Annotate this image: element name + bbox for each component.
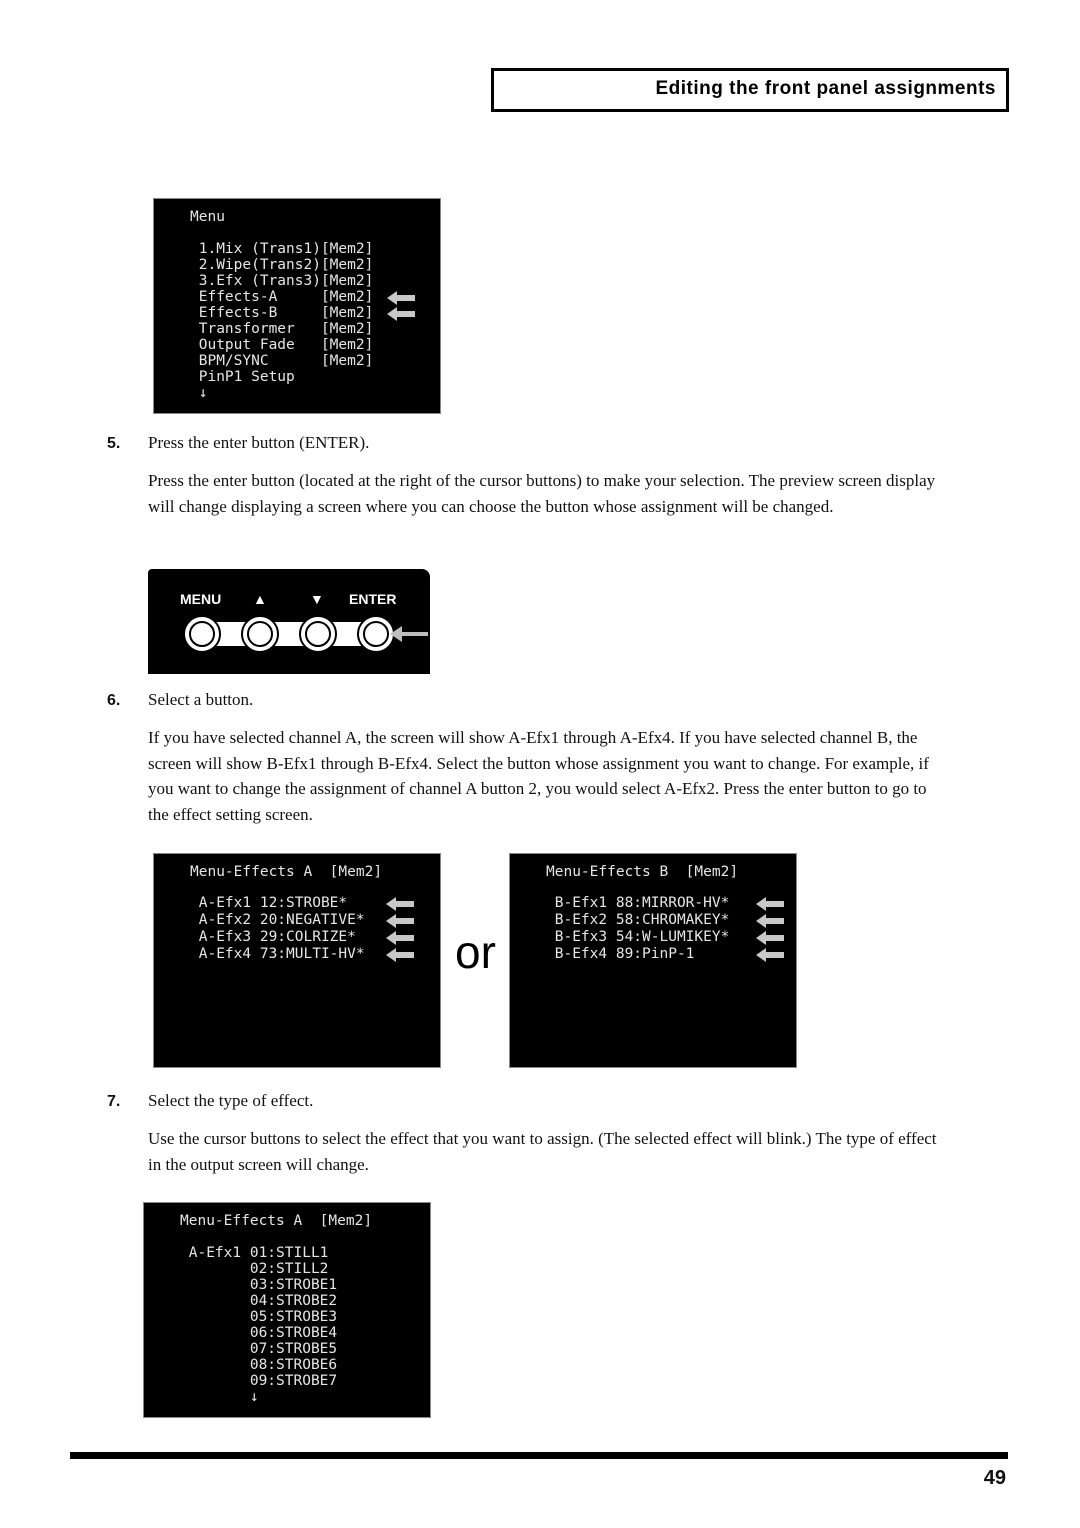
screen-line: Output Fade [Mem2] [190, 337, 374, 353]
screen-line: Effects-B [Mem2] [190, 305, 374, 321]
arrow-left-icon [386, 897, 414, 911]
step-title: Press the enter button (ENTER). [148, 433, 370, 452]
screen-line: Transformer [Mem2] [190, 321, 374, 337]
section-header: Editing the front panel assignments [491, 68, 1009, 112]
screen-line: 03:STROBE1 [180, 1277, 338, 1293]
screen-line: 06:STROBE4 [180, 1325, 338, 1341]
screen-line: B-Efx3 54:W-LUMIKEY* [546, 929, 730, 945]
or-label: or [455, 926, 496, 978]
effects-b-screen: Menu-Effects B [Mem2] B-Efx1 88:MIRROR-H… [509, 853, 797, 1068]
step-number: 7. [107, 1093, 121, 1110]
footer-rule [70, 1452, 1008, 1459]
screen-line: A-Efx3 29:COLRIZE* [190, 929, 356, 945]
screen-line: Effects-A [Mem2] [190, 289, 374, 305]
screen-line: 1.Mix (Trans1)[Mem2] [190, 241, 374, 257]
screen-line: 3.Efx (Trans3)[Mem2] [190, 273, 374, 289]
screen-line: 09:STROBE7 [180, 1373, 338, 1389]
page-number: 49 [983, 1467, 1006, 1489]
section-title: Editing the front panel assignments [655, 78, 996, 99]
effect-list-screen: Menu-Effects A [Mem2] A-Efx1 01:STILL1 0… [143, 1202, 431, 1418]
step-number: 5. [107, 435, 121, 452]
arrow-left-icon [390, 626, 428, 642]
step-number: 6. [107, 692, 121, 709]
arrow-left-icon [756, 897, 784, 911]
screen-line: 08:STROBE6 [180, 1357, 338, 1373]
arrow-left-icon [387, 307, 415, 321]
front-panel-diagram: MENU ▲ ▼ ENTER [148, 569, 430, 674]
screen-line: A-Efx4 73:MULTI-HV* [190, 946, 365, 962]
step-body: Press the enter button (located at the r… [148, 471, 936, 516]
arrow-left-icon [386, 948, 414, 962]
screen-line: A-Efx1 01:STILL1 [180, 1245, 329, 1261]
step-body: Use the cursor buttons to select the eff… [148, 1129, 937, 1174]
screen-line: 04:STROBE2 [180, 1293, 338, 1309]
screen-line: Menu-Effects A [Mem2] [180, 1213, 373, 1229]
screen-line: ↓ [190, 385, 208, 401]
arrow-left-icon [756, 948, 784, 962]
screen-line: A-Efx1 12:STROBE* [190, 895, 348, 911]
down-button [299, 615, 337, 653]
step-title: Select a button. [148, 690, 254, 709]
screen-line: BPM/SYNC [Mem2] [190, 353, 374, 369]
arrow-left-icon [756, 931, 784, 945]
arrow-left-icon [386, 914, 414, 928]
menu-screen: Menu 1.Mix (Trans1)[Mem2] 2.Wipe(Trans2)… [153, 198, 441, 414]
screen-line: 05:STROBE3 [180, 1309, 338, 1325]
screen-line: 2.Wipe(Trans2)[Mem2] [190, 257, 374, 273]
up-button-label: ▲ [253, 591, 267, 607]
down-button-label: ▼ [310, 591, 324, 607]
screen-line: PinP1 Setup [190, 369, 295, 385]
up-button [241, 615, 279, 653]
arrow-left-icon [387, 291, 415, 305]
step-body: If you have selected channel A, the scre… [148, 728, 929, 824]
screen-line: B-Efx4 89:PinP-1 [546, 946, 695, 962]
screen-line: Menu-Effects A [Mem2] [190, 864, 383, 880]
screen-line: A-Efx2 20:NEGATIVE* [190, 912, 365, 928]
screen-line: 07:STROBE5 [180, 1341, 338, 1357]
enter-button-label: ENTER [349, 591, 397, 607]
step-title: Select the type of effect. [148, 1091, 314, 1110]
screen-line: B-Efx2 58:CHROMAKEY* [546, 912, 730, 928]
screen-line: ↓ [180, 1389, 259, 1405]
screen-line: B-Efx1 88:MIRROR-HV* [546, 895, 730, 911]
menu-button-label: MENU [180, 591, 222, 607]
arrow-left-icon [756, 914, 784, 928]
screen-line: 02:STILL2 [180, 1261, 329, 1277]
screen-line: Menu [190, 209, 225, 225]
effects-a-screen: Menu-Effects A [Mem2] A-Efx1 12:STROBE* … [153, 853, 441, 1068]
screen-line: Menu-Effects B [Mem2] [546, 864, 739, 880]
menu-button [183, 615, 221, 653]
arrow-left-icon [386, 931, 414, 945]
